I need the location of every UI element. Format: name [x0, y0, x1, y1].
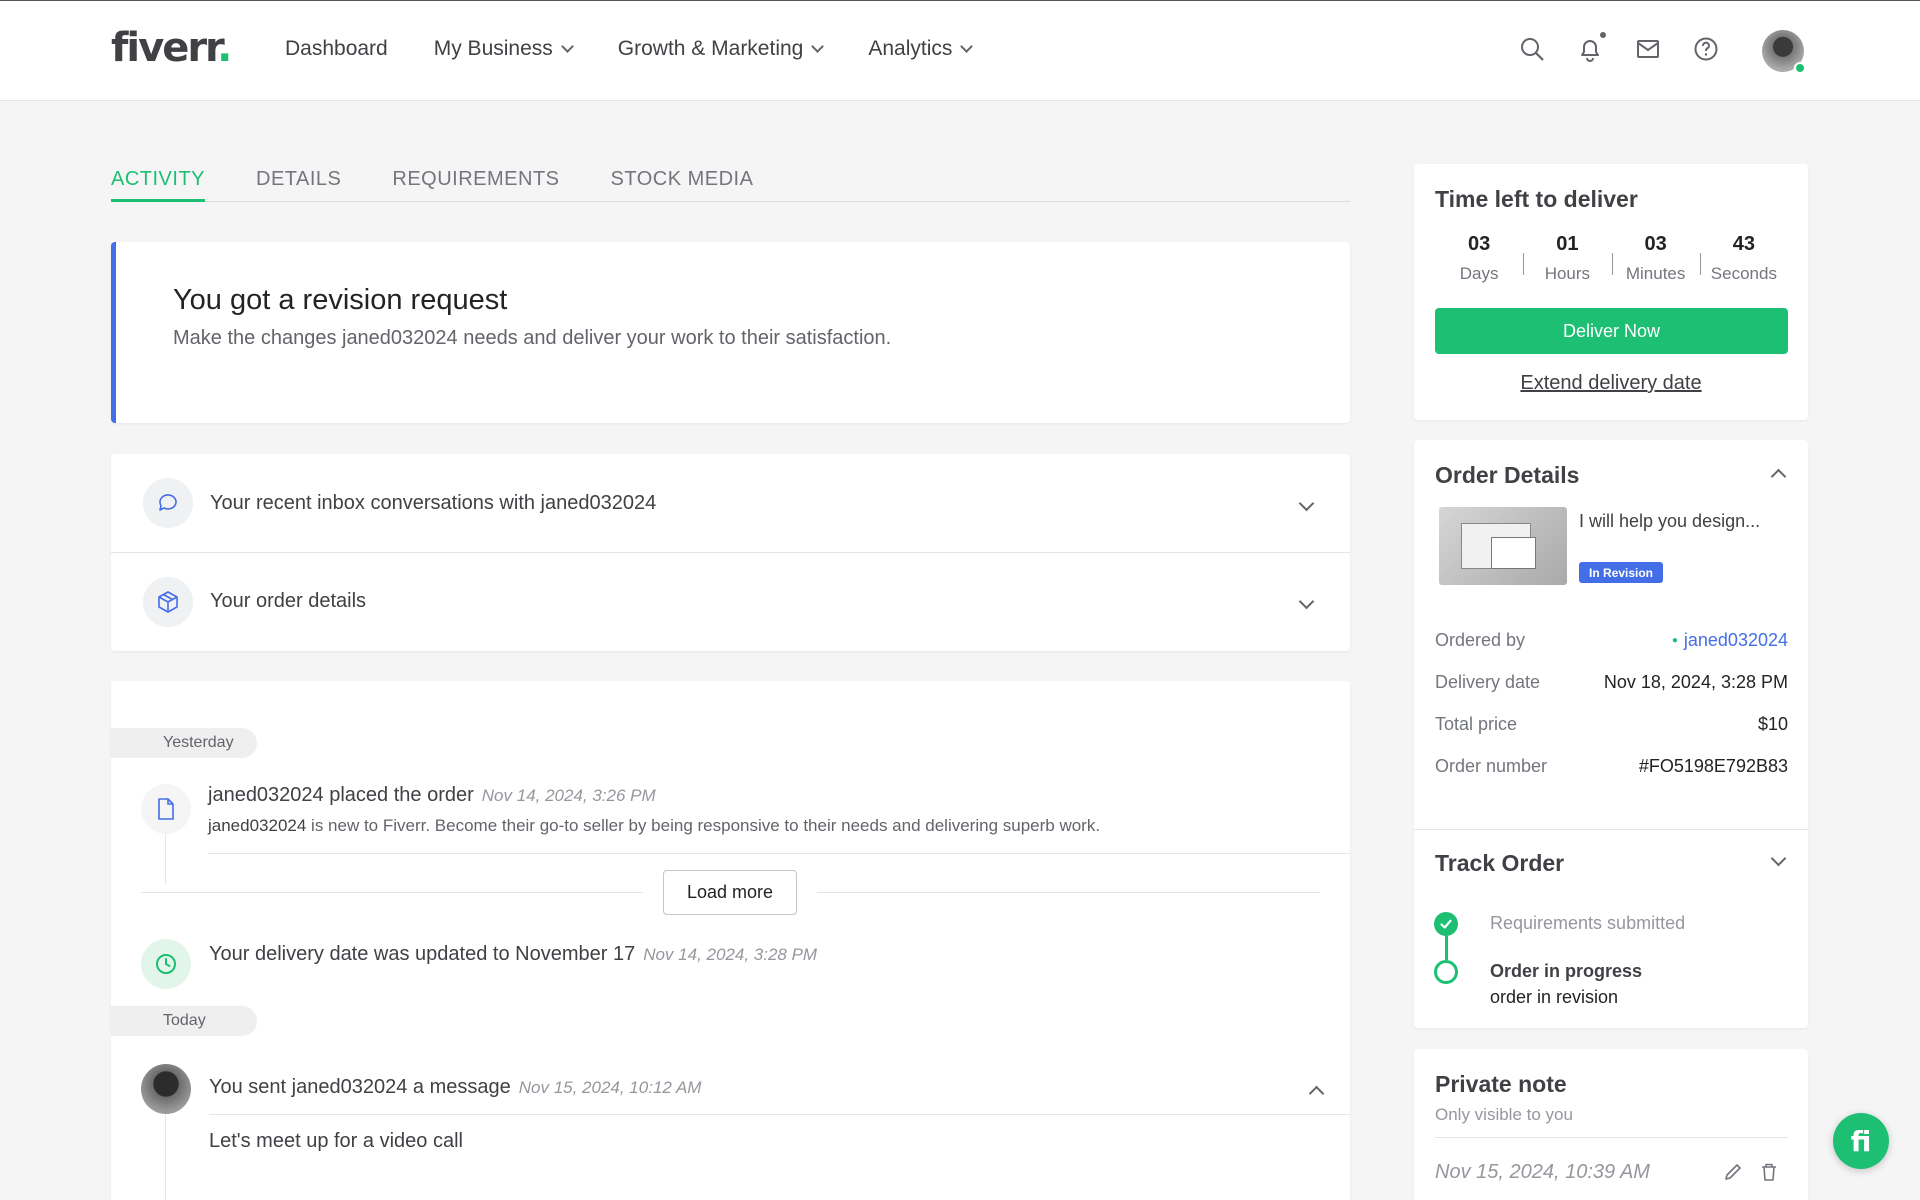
order-tabs: ACTIVITY DETAILS REQUIREMENTS STOCK MEDI… — [111, 168, 1350, 202]
user-avatar[interactable] — [1762, 30, 1806, 74]
revision-request-banner: You got a revision request Make the chan… — [111, 242, 1350, 423]
track-step-requirements: Requirements submitted — [1490, 913, 1686, 933]
nav-analytics[interactable]: Analytics — [868, 37, 974, 61]
order-details-label: Your order details — [210, 590, 367, 612]
search-icon[interactable] — [1518, 35, 1546, 63]
total-price-row: Total price $10 — [1435, 714, 1788, 734]
nav-dashboard[interactable]: Dashboard — [285, 37, 388, 61]
fiverr-assistant-button[interactable]: fi — [1833, 1113, 1889, 1169]
day-separator-today: Today — [111, 1006, 257, 1036]
event-timestamp: Nov 15, 2024, 10:12 AM — [518, 1078, 702, 1097]
tab-stock-media[interactable]: STOCK MEDIA — [611, 168, 754, 202]
ordered-by-row: Ordered byjaned032024 — [1435, 630, 1788, 651]
clock-icon — [141, 939, 191, 989]
tab-details[interactable]: DETAILS — [256, 168, 341, 202]
package-icon — [143, 576, 193, 627]
chat-bubble-icon — [143, 478, 193, 528]
help-icon[interactable] — [1692, 35, 1720, 63]
fiverr-logo[interactable]: fiverr. — [111, 25, 232, 71]
days-label: Days — [1459, 264, 1499, 283]
private-note-card: Private note Only visible to you Nov 15,… — [1414, 1049, 1808, 1200]
edit-icon[interactable] — [1722, 1161, 1744, 1188]
chevron-down-icon — [1298, 593, 1315, 610]
order-number-row: Order number #FO5198E792B83 — [1435, 756, 1788, 776]
revision-message: Make the changes janed032024 needs and d… — [173, 327, 892, 349]
sender-avatar — [141, 1064, 191, 1114]
track-step-substatus: order in revision — [1490, 987, 1619, 1007]
track-step-in-progress: Order in progress — [1490, 961, 1643, 981]
order-placed-event: janed032024 placed the order Nov 14, 2024… — [208, 784, 656, 806]
track-order-title: Track Order — [1435, 850, 1565, 876]
tab-activity[interactable]: ACTIVITY — [111, 168, 206, 202]
private-note-timestamp: Nov 15, 2024, 10:39 AM — [1435, 1161, 1650, 1183]
check-icon — [1434, 912, 1458, 936]
time-left-card: Time left to deliver 03 Days 01 Hours 03 Mi… — [1414, 164, 1808, 420]
chevron-down-icon[interactable] — [1770, 850, 1787, 867]
seconds-label: Seconds — [1710, 264, 1777, 283]
chevron-down-icon — [1298, 495, 1315, 511]
buyer-link[interactable]: janed032024 — [1672, 630, 1788, 651]
inbox-conversations-label: Your recent inbox conversations with jan… — [210, 491, 657, 514]
delivery-date-updated-event: Your delivery date was updated to Novemb… — [209, 943, 818, 965]
notification-dot — [1600, 32, 1606, 38]
chevron-up-icon[interactable] — [1308, 1085, 1325, 1102]
countdown-timer: 03 Days 01 Hours 03 Minutes 43 Seconds — [1435, 233, 1788, 284]
step-pending-icon — [1434, 960, 1458, 984]
hours-value: 01 — [1556, 233, 1579, 255]
main-nav: Dashboard My Business Growth & Marketing… — [285, 37, 974, 61]
trash-icon[interactable] — [1758, 1161, 1780, 1188]
days-value: 03 — [1468, 233, 1491, 255]
message-text: Let's meet up for a video call — [209, 1130, 463, 1152]
chevron-up-icon[interactable] — [1770, 468, 1787, 485]
private-note-title: Private note — [1435, 1071, 1567, 1097]
document-icon — [141, 784, 191, 834]
order-placed-body: janed032024 is new to Fiverr. Become the… — [208, 816, 1101, 835]
status-badge: In Revision — [1579, 562, 1664, 583]
seconds-value: 43 — [1732, 233, 1755, 255]
hours-label: Hours — [1544, 264, 1591, 283]
time-left-title: Time left to deliver — [1435, 186, 1638, 212]
load-more-button[interactable]: Load more — [663, 870, 797, 915]
nav-my-business[interactable]: My Business — [434, 37, 574, 61]
event-timestamp: Nov 14, 2024, 3:28 PM — [643, 945, 818, 964]
activity-feed: Yesterday janed032024 placed the order No… — [111, 681, 1350, 1200]
bell-icon[interactable] — [1576, 32, 1606, 63]
mail-icon[interactable] — [1634, 35, 1662, 63]
minutes-value: 03 — [1644, 233, 1667, 255]
order-details-card: Order Details I will help you design... … — [1414, 440, 1808, 1028]
event-timestamp: Nov 14, 2024, 3:26 PM — [481, 786, 656, 805]
minutes-label: Minutes — [1625, 264, 1686, 283]
chevron-down-icon — [811, 39, 825, 53]
gig-thumbnail[interactable] — [1439, 507, 1567, 585]
order-details-title: Order Details — [1435, 462, 1580, 488]
chevron-down-icon — [560, 39, 574, 53]
nav-growth-marketing[interactable]: Growth & Marketing — [618, 37, 825, 61]
extend-delivery-link[interactable]: Extend delivery date — [1414, 372, 1808, 395]
top-header: fiverr. Dashboard My Business Growth & M… — [0, 0, 1920, 101]
tab-requirements[interactable]: REQUIREMENTS — [392, 168, 559, 202]
delivery-date-row: Delivery date Nov 18, 2024, 3:28 PM — [1435, 672, 1788, 692]
order-details-row[interactable]: Your order details — [111, 552, 1350, 650]
day-separator-yesterday: Yesterday — [111, 728, 257, 758]
chevron-down-icon — [960, 39, 974, 53]
deliver-now-button[interactable]: Deliver Now — [1435, 308, 1788, 354]
message-sent-event: You sent janed032024 a message Nov 15, 20… — [209, 1076, 702, 1098]
private-note-subtitle: Only visible to you — [1435, 1105, 1573, 1124]
inbox-conversations-row[interactable]: Your recent inbox conversations with jan… — [111, 454, 1350, 552]
gig-title[interactable]: I will help you design... — [1579, 508, 1779, 535]
online-status-dot — [1794, 62, 1806, 74]
info-accordion: Your recent inbox conversations with jan… — [111, 454, 1350, 651]
revision-title: You got a revision request — [173, 284, 508, 316]
